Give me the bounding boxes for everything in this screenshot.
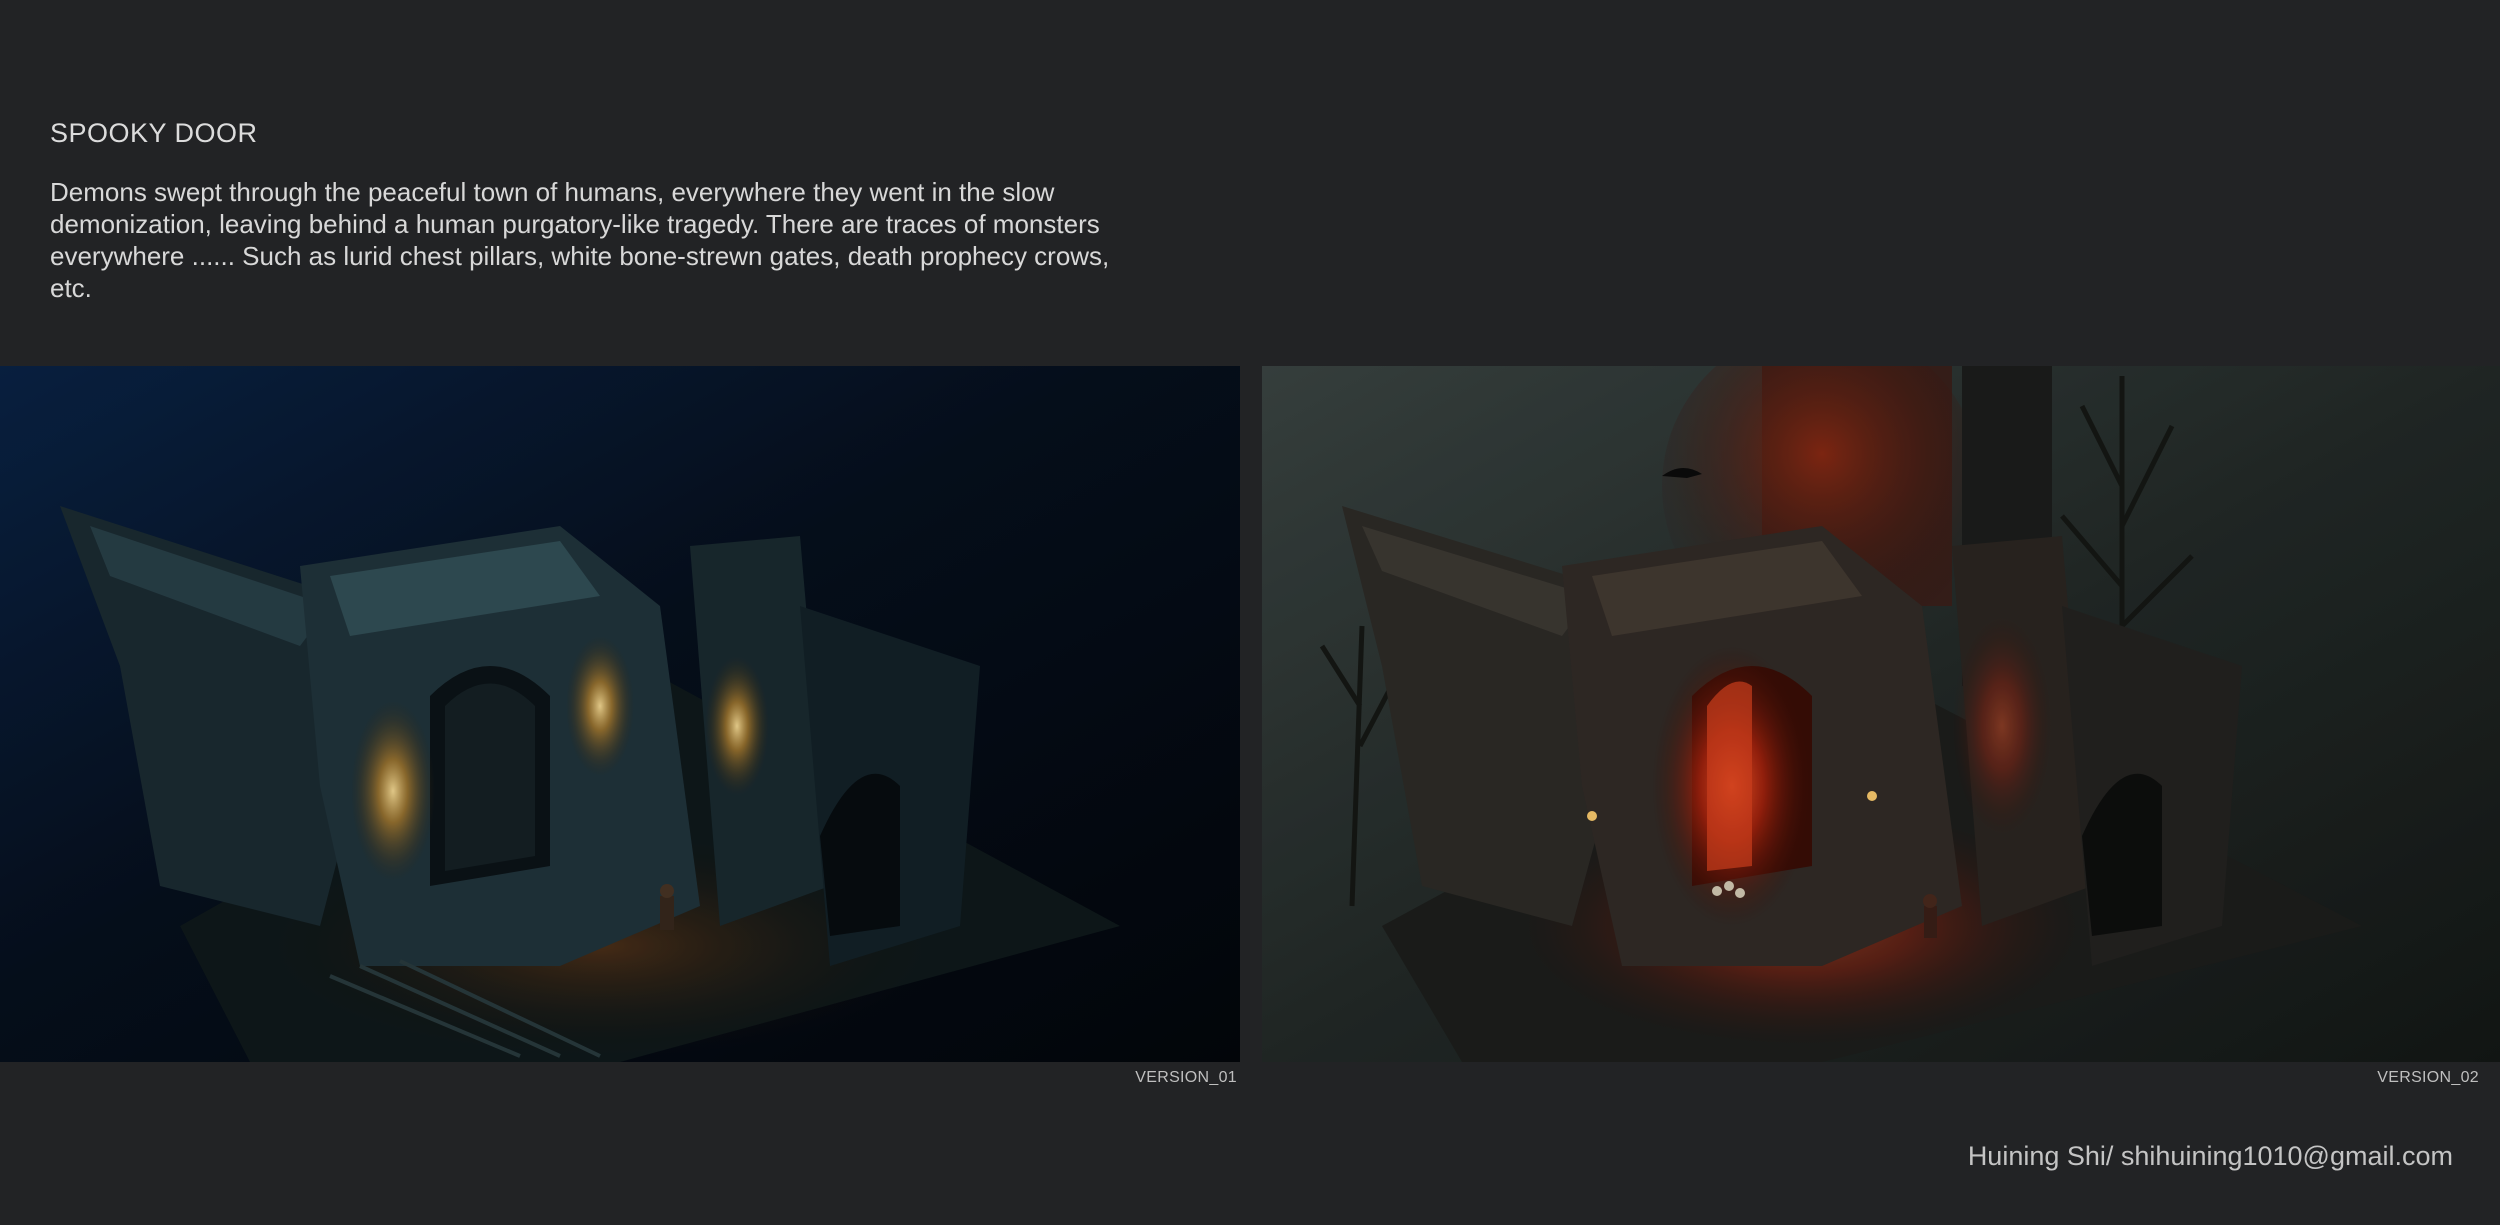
image-caption-version-02: VERSION_02 (2377, 1069, 2479, 1086)
author-credit: Huining Shi/ shihuining1010@gmail.com (1967, 1141, 2453, 1171)
concept-art-image-02 (1262, 366, 2500, 1062)
page-description: Demons swept through the peaceful town o… (50, 177, 1110, 303)
concept-art-image-01 (0, 366, 1240, 1062)
concept-art-version-02 (1262, 366, 2500, 1062)
concept-art-version-01 (0, 366, 1240, 1062)
page-title: SPOOKY DOOR (50, 118, 258, 148)
image-caption-version-01: VERSION_01 (1135, 1069, 1237, 1086)
